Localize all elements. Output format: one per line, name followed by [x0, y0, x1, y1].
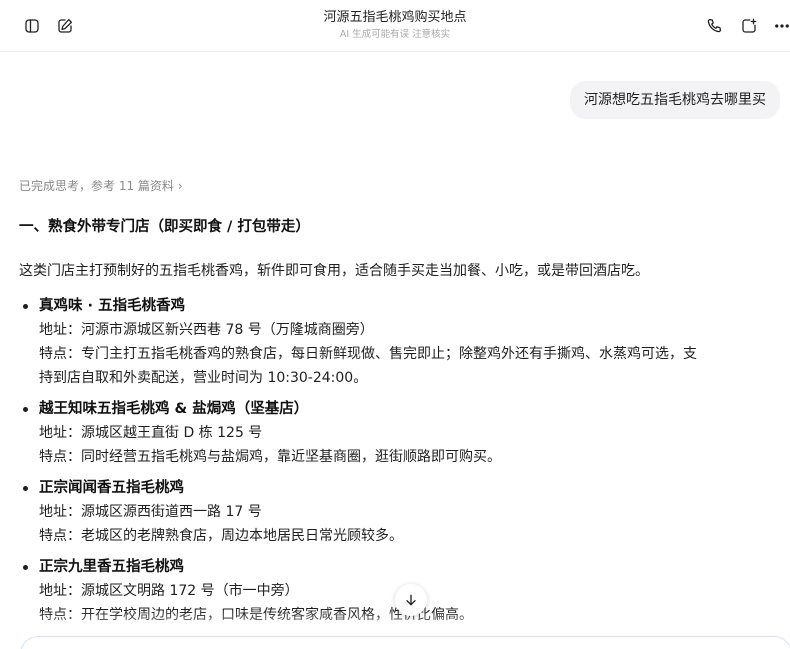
user-message-bubble: 河源想吃五指毛桃鸡去哪里买 [570, 81, 780, 119]
intro-paragraph: 这类门店主打预制好的五指毛桃香鸡，斩件即可食用，适合随手买走当加餐、小吃，或是带… [19, 263, 649, 279]
thinking-status-text: 已完成思考，参考 11 篇资料 [19, 179, 174, 193]
ai-disclaimer: AI 生成可能有误 注意核实 [339, 29, 451, 40]
shop-address: 地址：河源市源城区新兴西巷 78 号（万隆城商圈旁） [39, 322, 374, 338]
shop-features: 特点：同时经营五指毛桃鸡与盐焗鸡，靠近坚基商圈，逛街顺路即可购买。 [39, 449, 501, 465]
shop-name: 正宗闻闻香五指毛桃鸡 [39, 480, 184, 496]
assistant-response: 一、熟食外带专门店（即买即食 / 打包带走） 这类门店主打预制好的五指毛桃香鸡，… [19, 214, 790, 634]
page-title: 河源五指毛桃鸡购买地点 [323, 10, 467, 25]
list-item: 正宗闻闻香五指毛桃鸡 地址：源城区源西街道西一路 17 号 特点：老城区的老牌熟… [19, 476, 790, 548]
section-heading: 一、熟食外带专门店（即买即食 / 打包带走） [19, 219, 310, 235]
scroll-to-bottom-button[interactable] [395, 584, 427, 616]
chevron-right-icon: › [177, 179, 183, 193]
top-bar: 河源五指毛桃鸡购买地点 AI 生成可能有误 注意核实 [0, 0, 790, 52]
shop-address: 地址：源城区源西街道西一路 17 号 [39, 504, 262, 520]
shop-name: 真鸡味 · 五指毛桃香鸡 [39, 298, 186, 314]
new-chat-icon[interactable] [735, 12, 763, 40]
shop-name: 正宗九里香五指毛桃鸡 [39, 559, 184, 575]
shop-name: 越王知味五指毛桃鸡 & 盐焗鸡（坚基店） [39, 401, 309, 417]
shop-features: 特点：专门主打五指毛桃香鸡的熟食店，每日新鲜现做、售完即止；除整鸡外还有手撕鸡、… [39, 346, 697, 362]
arrow-down-icon [406, 594, 416, 606]
more-icon[interactable] [768, 12, 790, 40]
shop-address: 地址：源城区越王直街 D 栋 125 号 [39, 425, 263, 441]
list-item: 越王知味五指毛桃鸡 & 盐焗鸡（坚基店） 地址：源城区越王直街 D 栋 125 … [19, 397, 790, 469]
phone-icon[interactable] [700, 12, 728, 40]
list-item: 真鸡味 · 五指毛桃香鸡 地址：河源市源城区新兴西巷 78 号（万隆城商圈旁） … [19, 294, 790, 390]
shop-features: 持到店自取和外卖配送，营业时间为 10:30-24:00。 [39, 370, 368, 386]
title-block: 河源五指毛桃鸡购买地点 AI 生成可能有误 注意核实 [0, 9, 790, 42]
thinking-status[interactable]: 已完成思考，参考 11 篇资料 › [19, 177, 183, 195]
shop-list: 真鸡味 · 五指毛桃香鸡 地址：河源市源城区新兴西巷 78 号（万隆城商圈旁） … [19, 294, 790, 627]
message-input-box[interactable] [20, 636, 790, 649]
shop-features: 特点：老城区的老牌熟食店，周边本地居民日常光顾较多。 [39, 528, 403, 544]
